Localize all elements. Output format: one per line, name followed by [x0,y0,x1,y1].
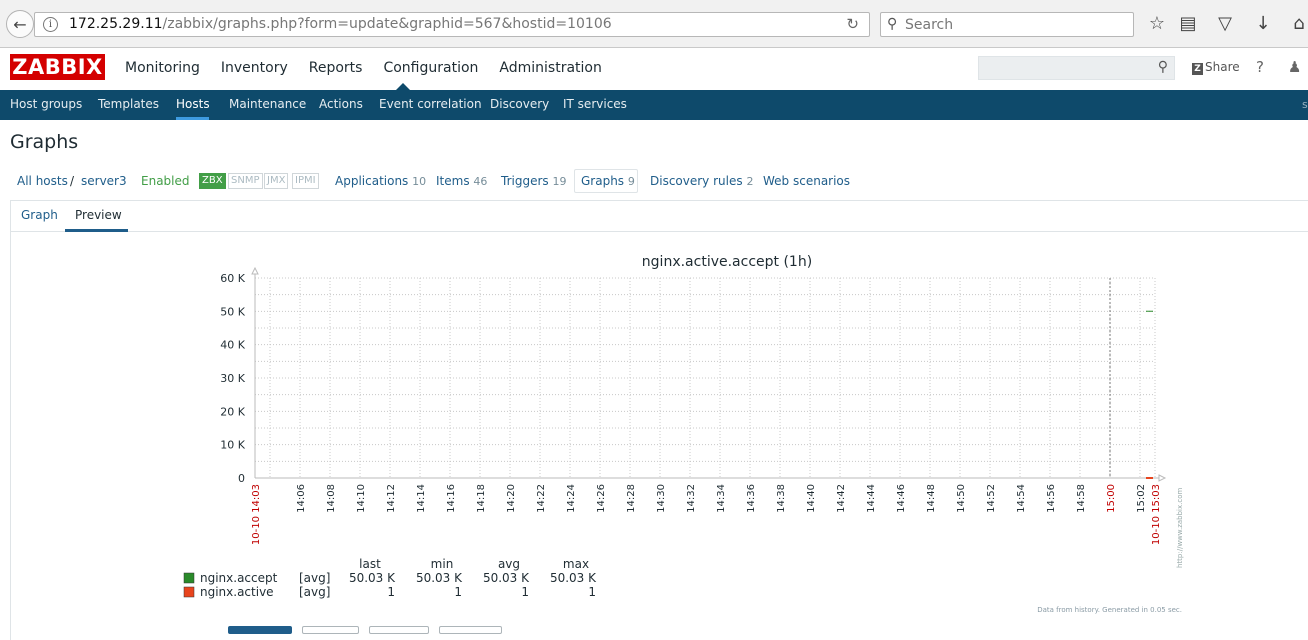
y-tick-label: 20 K [220,405,245,418]
legend-value: 50.03 K [550,571,597,585]
x-tick-label: 14:48 [926,484,937,513]
legend-swatch [183,586,195,598]
x-tick-label: 14:28 [626,484,637,513]
x-tick-label: 15:00 [1106,484,1117,513]
update-button[interactable] [228,626,292,634]
legend-value: 50.03 K [349,571,396,585]
legend-value: 1 [387,585,395,599]
legend-value: 50.03 K [483,571,530,585]
clone-button[interactable] [302,626,359,634]
legend-value: 50.03 K [416,571,463,585]
x-tick-label: 14:24 [566,484,577,513]
x-tick-label: 14:58 [1076,484,1087,513]
delete-button[interactable] [369,626,429,634]
graph-footer-note: Data from history. Generated in 0.05 sec… [1037,606,1182,614]
x-tick-label: 14:08 [326,484,337,513]
zabbix-watermark: http://www.zabbix.com [1176,488,1184,568]
x-tick-label: 14:32 [686,484,697,513]
x-tick-label: 14:36 [746,484,757,513]
x-end-label: 10-10 15:03 [1151,484,1162,545]
x-tick-label: 14:30 [656,484,667,513]
legend-header-min: min [431,557,454,571]
x-tick-label: 14:42 [836,484,847,513]
x-tick-label: 14:34 [716,484,727,513]
x-tick-label: 14:54 [1016,484,1027,513]
x-tick-label: 14:50 [956,484,967,513]
legend-header-avg: avg [498,557,520,571]
x-tick-label: 14:10 [356,484,367,513]
legend-swatch [183,572,195,584]
x-tick-label: 14:52 [986,484,997,513]
x-tick-label: 14:38 [776,484,787,513]
legend-series-name: nginx.accept [200,571,278,585]
graph-preview: nginx.active.accept (1h) 0 10 K 20 K 30 K 40 … [183,254,1184,614]
x-axis-arrow [1158,474,1167,482]
x-tick-label: 14:20 [506,484,517,513]
x-tick-label: 14:18 [476,484,487,513]
y-tick-label: 30 K [220,372,245,385]
x-tick-label: 14:22 [536,484,547,513]
x-tick-label: 14:06 [296,484,307,513]
y-axis-arrow [251,266,259,275]
legend-func: [avg] [299,571,330,585]
chart-title: nginx.active.accept (1h) [642,254,812,270]
legend-value: 1 [588,585,596,599]
legend-series-name: nginx.active [200,585,274,599]
y-tick-label: 50 K [220,305,245,318]
y-tick-label: 0 [238,472,245,485]
legend-value: 1 [521,585,529,599]
x-start-label: 10-10 14:03 [251,484,262,545]
x-tick-label: 14:44 [866,484,877,513]
x-tick-label: 14:14 [416,484,427,513]
legend-header-last: last [359,557,381,571]
x-tick-label: 14:40 [806,484,817,513]
legend-header-max: max [563,557,589,571]
y-tick-label: 10 K [220,439,245,452]
x-tick-label: 14:16 [446,484,457,513]
x-tick-label: 15:02 [1136,484,1147,513]
x-tick-label: 14:46 [896,484,907,513]
legend-value: 1 [454,585,462,599]
x-tick-label: 14:12 [386,484,397,513]
cancel-button[interactable] [439,626,502,634]
y-tick-label: 40 K [220,339,245,352]
y-tick-label: 60 K [220,272,245,285]
x-tick-label: 14:56 [1046,484,1057,513]
legend-func: [avg] [299,585,330,599]
x-tick-label: 14:26 [596,484,607,513]
